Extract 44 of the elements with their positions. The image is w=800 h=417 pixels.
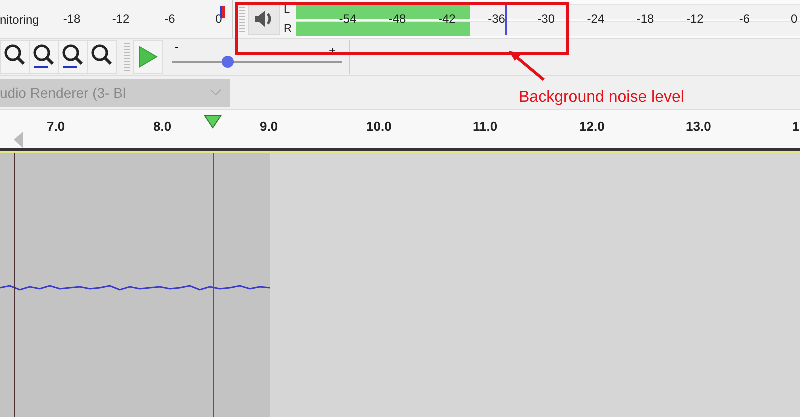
scale-label: -12 [686,12,704,26]
zoom-button[interactable] [58,40,88,74]
time-label: 8.0 [154,119,172,134]
magnifier-icon [31,43,57,71]
meter-label: nitoring [0,13,40,27]
clip-indicator [220,6,225,18]
zoom-button[interactable] [29,40,59,74]
time-label: 9.0 [260,119,278,134]
time-label: 10.0 [366,119,392,134]
scale-label: -12 [112,12,130,26]
time-label: 13.0 [686,119,712,134]
scale-label: -18 [636,12,654,26]
channel-label: R [284,22,292,34]
play-icon [138,46,158,68]
toolbar-grip[interactable] [124,43,130,71]
zoom-button[interactable] [0,40,30,74]
playhead-icon[interactable] [204,115,222,129]
time-label: 1 [792,119,800,134]
zoom-button[interactable] [87,40,117,74]
scale-label: -42 [438,12,456,26]
scale-label: -18 [63,12,81,26]
scale-label: -48 [388,12,406,26]
scale-label: -36 [488,12,506,26]
annotation-label: Background noise level [519,88,684,106]
play-button[interactable] [133,40,163,74]
arrow [508,50,548,82]
scale-label: -54 [339,12,357,26]
scale-label: -6 [164,12,176,26]
channel-label: L [284,4,292,16]
time-label: 11.0 [473,119,498,134]
scale-label: -6 [739,12,750,26]
scale-label: -30 [538,12,556,26]
time-label: 12.0 [580,119,605,134]
scale-label: 0 [791,12,798,26]
time-label: 7.0 [47,119,66,134]
toolbar-grip[interactable] [239,4,245,34]
minus-label: - [175,40,179,54]
caret-icon [210,88,222,96]
timeline-ruler[interactable]: 7.0 8.0 9.0 10.0 11.0 12.0 13.0 1 [0,110,800,151]
scale-label: -24 [587,12,605,26]
slider-thumb[interactable] [222,56,234,68]
magnifier-icon [60,43,86,71]
speaker-button[interactable] [248,3,280,35]
loop-marker-icon [14,132,24,148]
